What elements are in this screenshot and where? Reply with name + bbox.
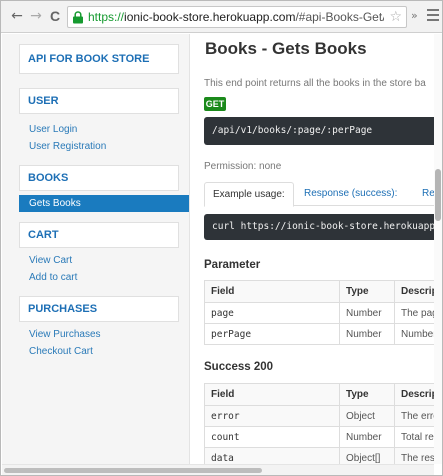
table-cell: Object[] (339, 447, 395, 464)
http-method-badge: GET (204, 97, 226, 111)
tab-response-success[interactable]: Response (success): (296, 182, 405, 206)
tab-example-usage[interactable]: Example usage: (204, 182, 294, 207)
lock-icon (73, 11, 83, 24)
sidebar-group-user[interactable]: USER (19, 88, 179, 114)
endpoint-path: /api/v1/books/:page/:perPage (204, 117, 434, 145)
forward-arrow-icon[interactable]: → (28, 8, 44, 24)
table-cell: Total rec (394, 426, 434, 448)
table-row: page Number The page (204, 302, 434, 324)
hamburger-menu-icon[interactable] (427, 9, 439, 24)
table-cell: count (204, 426, 340, 448)
permission-text: Permission: none (204, 161, 282, 172)
sidebar-item-gets-books[interactable]: Gets Books (19, 195, 189, 212)
sidebar-item-user-login[interactable]: User Login (2, 121, 189, 138)
endpoint-description: This end point returns all the books in … (204, 78, 426, 89)
success-table: Field Type Descript error Object The err… (204, 383, 434, 464)
vertical-scrollbar[interactable] (434, 34, 442, 464)
parameter-table: Field Type Descript page Number The page… (204, 280, 434, 345)
column-header: Type (339, 383, 395, 406)
table-cell: The erro (394, 405, 434, 427)
url-text: https://ionic-book-store.herokuapp.com/#… (88, 10, 384, 25)
url-scheme: https:// (88, 10, 125, 24)
table-cell: Number (339, 426, 395, 448)
sidebar-item-view-purchases[interactable]: View Purchases (2, 326, 189, 343)
sidebar-title[interactable]: API FOR BOOK STORE (19, 44, 179, 74)
table-row: perPage Number Number (204, 323, 434, 345)
sidebar-group-books[interactable]: BOOKS (19, 165, 179, 191)
horizontal-scrollbar-thumb[interactable] (4, 468, 262, 473)
back-arrow-icon[interactable]: ← (9, 8, 25, 24)
url-host: ionic-book-store.herokuapp.com (124, 10, 296, 24)
sidebar-nav: API FOR BOOK STORE USER User Login User … (2, 34, 190, 464)
vertical-scrollbar-thumb[interactable] (435, 169, 441, 221)
table-header-row: Field Type Descript (204, 280, 434, 303)
success-title: Success 200 (204, 361, 274, 373)
column-header: Type (339, 280, 395, 303)
browser-toolbar: ← → C https://ionic-book-store.herokuapp… (1, 1, 442, 33)
table-row: data Object[] The resp (204, 447, 434, 464)
curl-example: curl https://ionic-book-store.herokuapp (204, 214, 434, 240)
reload-icon[interactable]: C (47, 8, 63, 24)
sidebar-item-checkout-cart[interactable]: Checkout Cart (2, 343, 189, 360)
table-cell: The page (394, 302, 434, 324)
browser-window: ← → C https://ionic-book-store.herokuapp… (0, 0, 443, 476)
sidebar-group-purchases[interactable]: PURCHASES (19, 296, 179, 322)
sidebar-item-view-cart[interactable]: View Cart (2, 252, 189, 269)
sidebar-group-cart[interactable]: CART (19, 222, 179, 248)
table-cell: The resp (394, 447, 434, 464)
column-header: Field (204, 280, 340, 303)
sidebar-item-add-to-cart[interactable]: Add to cart (2, 269, 189, 286)
sidebar-item-user-registration[interactable]: User Registration (2, 138, 189, 155)
overflow-chevron-icon[interactable]: » (411, 9, 418, 22)
table-cell: page (204, 302, 340, 324)
horizontal-scrollbar[interactable] (2, 464, 434, 475)
example-tabs: Example usage: Response (success): Resp (204, 182, 434, 207)
table-row: count Number Total rec (204, 426, 434, 448)
column-header: Descript (394, 280, 434, 303)
column-header: Descript (394, 383, 434, 406)
table-cell: Number (339, 302, 395, 324)
column-header: Field (204, 383, 340, 406)
address-bar[interactable]: https://ionic-book-store.herokuapp.com/#… (67, 6, 407, 28)
table-cell: error (204, 405, 340, 427)
main-content: Books - Gets Books This end point return… (191, 34, 434, 464)
table-row: error Object The erro (204, 405, 434, 427)
tab-response-error[interactable]: Resp (414, 182, 434, 206)
table-cell: Number (339, 323, 395, 345)
parameter-title: Parameter (204, 259, 261, 271)
table-cell: Object (339, 405, 395, 427)
table-header-row: Field Type Descript (204, 383, 434, 406)
table-cell: Number (394, 323, 434, 345)
table-cell: data (204, 447, 340, 464)
page-title: Books - Gets Books (205, 39, 367, 58)
bookmark-star-icon[interactable]: ☆ (389, 9, 402, 25)
url-path: /#api-Books-GetAllBooks (295, 10, 384, 24)
table-cell: perPage (204, 323, 340, 345)
